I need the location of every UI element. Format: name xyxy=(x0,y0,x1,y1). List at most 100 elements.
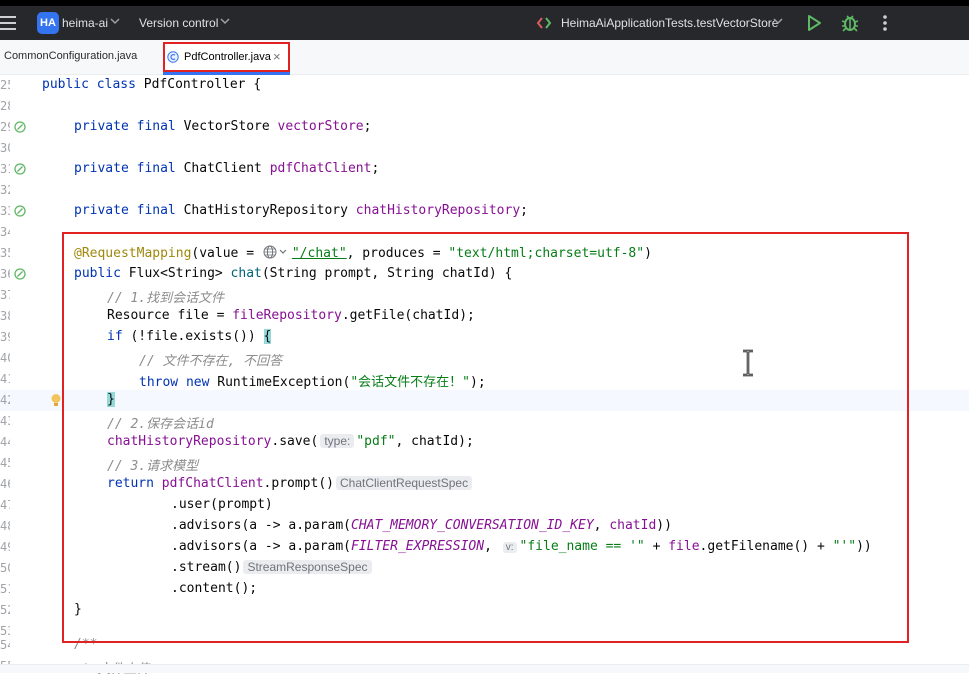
keyword: private xyxy=(74,203,129,218)
project-badge[interactable]: HA xyxy=(37,12,59,34)
keyword: if xyxy=(107,329,123,344)
type-hint: StreamResponseSpec xyxy=(243,560,372,574)
method-call: .getFile(chatId); xyxy=(341,308,475,323)
class-name: PdfController { xyxy=(143,77,262,92)
lightbulb-icon[interactable] xyxy=(50,393,62,408)
code-text: .stream() StreamResponseSpec xyxy=(171,560,374,575)
type-name: VectorStore xyxy=(183,119,270,134)
string-literal: "pdf" xyxy=(356,434,396,449)
bean-gutter-icon[interactable] xyxy=(14,121,26,133)
code-line: 46 return pdfChatClient.prompt()ChatClie… xyxy=(0,474,969,495)
keyword: private xyxy=(74,161,129,176)
tab-pdf-controller[interactable]: PdfController.java × xyxy=(163,42,290,72)
debug-icon[interactable] xyxy=(840,13,860,33)
hamburger-icon[interactable] xyxy=(0,16,16,30)
run-configuration-selector[interactable]: HeimaAiApplicationTests.testVectorStore xyxy=(561,16,778,30)
parameter-hint: v: xyxy=(502,542,517,553)
code-text: private final ChatClient pdfChatClient; xyxy=(74,161,380,176)
code-line: 36 public Flux<String> chat(String promp… xyxy=(0,264,969,285)
line-number: 35 xyxy=(0,246,10,260)
globe-icon[interactable] xyxy=(262,245,292,259)
line-number: 34 xyxy=(0,225,10,239)
code-text: .content(); xyxy=(171,581,258,596)
line-number: 30 xyxy=(0,141,10,155)
chevron-down-icon[interactable] xyxy=(108,14,122,28)
variable: chatId xyxy=(609,518,657,533)
parameters: (String prompt, String chatId) { xyxy=(261,266,513,281)
code-line: 50 .stream()StreamResponseSpec xyxy=(0,558,969,579)
url-string[interactable]: "/chat" xyxy=(292,246,347,261)
project-name[interactable]: heima-ai xyxy=(62,16,108,30)
line-number: 25 xyxy=(0,78,10,92)
constant: FILTER_EXPRESSION xyxy=(351,539,485,554)
code-text: public Flux<String> chat(String prompt, … xyxy=(74,266,512,281)
punctuation: ) xyxy=(644,246,652,261)
line-number: 29 xyxy=(0,120,10,134)
code-text: Resource file = fileRepository.getFile(c… xyxy=(107,308,475,323)
code-line: 54 /** xyxy=(0,635,969,656)
more-icon[interactable] xyxy=(877,13,893,33)
string-literal: "file_name == '" xyxy=(519,539,645,554)
line-number: 47 xyxy=(0,498,10,512)
string-literal: "text/html;charset=utf-8" xyxy=(448,246,645,261)
keyword: return xyxy=(107,476,154,491)
matched-brace: { xyxy=(263,329,272,344)
method-name: chat xyxy=(230,266,262,281)
keyword: throw xyxy=(139,375,179,390)
close-icon[interactable]: × xyxy=(273,49,281,64)
operator: + xyxy=(644,539,669,554)
code-text: if (!file.exists()) { xyxy=(107,329,272,344)
condition: (!file.exists()) xyxy=(122,329,264,344)
code-text: .advisors(a -> a.param(CHAT_MEMORY_CONVE… xyxy=(171,518,672,533)
chevron-down-icon[interactable] xyxy=(771,14,785,28)
punctuation: ); xyxy=(470,375,486,390)
bean-gutter-icon[interactable] xyxy=(14,205,26,217)
code-line: 45 // 3.请求模型 xyxy=(0,453,969,474)
code-text: @RequestMapping(value = "/chat", produce… xyxy=(74,245,652,261)
line-number: 52 xyxy=(0,603,10,617)
code-line: 49 .advisors(a -> a.param(FILTER_EXPRESS… xyxy=(0,537,969,558)
run-icon[interactable] xyxy=(805,14,823,32)
field-name: chatHistoryRepository xyxy=(355,203,521,218)
code-line: 25 public class PdfController { xyxy=(0,75,969,96)
keyword: new xyxy=(185,375,210,390)
method-call: .advisors(a -> a.param( xyxy=(171,539,352,554)
code-text: return pdfChatClient.prompt() ChatClientR… xyxy=(107,476,474,491)
code-text: } xyxy=(107,392,115,407)
code-line: 31 private final ChatClient pdfChatClien… xyxy=(0,159,969,180)
line-number: 46 xyxy=(0,477,10,491)
type-name: ChatHistoryRepository xyxy=(183,203,348,218)
code-line: 32 xyxy=(0,180,969,201)
endpoint-gutter-icon[interactable] xyxy=(14,268,26,280)
code-line: 41 throw new RuntimeException("会话文件不存在！"… xyxy=(0,369,969,390)
comment: // 3.请求模型 xyxy=(107,459,199,474)
line-number: 28 xyxy=(0,99,10,113)
tab-common-configuration[interactable]: CommonConfiguration.java xyxy=(4,50,137,62)
comment: /** xyxy=(74,637,98,652)
line-number: 48 xyxy=(0,519,10,533)
line-number: 33 xyxy=(0,204,10,218)
code-line: 34 xyxy=(0,222,969,243)
code-line: 33 private final ChatHistoryRepository c… xyxy=(0,201,969,222)
code-text: .user(prompt) xyxy=(171,497,273,512)
chevron-down-icon[interactable] xyxy=(218,14,232,28)
code-text: .advisors(a -> a.param(FILTER_EXPRESSION… xyxy=(171,539,872,554)
punctuation: , chatId); xyxy=(395,434,474,449)
line-number: 31 xyxy=(0,162,10,176)
line-number: 44 xyxy=(0,435,10,449)
line-number: 40 xyxy=(0,351,10,365)
code-line: 37 // 1.找到会话文件 xyxy=(0,285,969,306)
code-line: 47 .user(prompt) xyxy=(0,495,969,516)
code-editor[interactable]: 25 public class PdfController { 28 29 pr… xyxy=(0,75,969,677)
code-line: 30 xyxy=(0,138,969,159)
annotation: @RequestMapping xyxy=(74,246,192,261)
punctuation: )) xyxy=(656,518,672,533)
keyword: public xyxy=(74,266,121,281)
line-number: 50 xyxy=(0,561,10,575)
line-number: 41 xyxy=(0,372,10,386)
method-call: .getFilename() xyxy=(699,539,810,554)
version-control-menu[interactable]: Version control xyxy=(139,16,218,30)
bean-gutter-icon[interactable] xyxy=(14,163,26,175)
constant: CHAT_MEMORY_CONVERSATION_ID_KEY xyxy=(351,518,594,533)
punctuation: , xyxy=(484,539,500,554)
